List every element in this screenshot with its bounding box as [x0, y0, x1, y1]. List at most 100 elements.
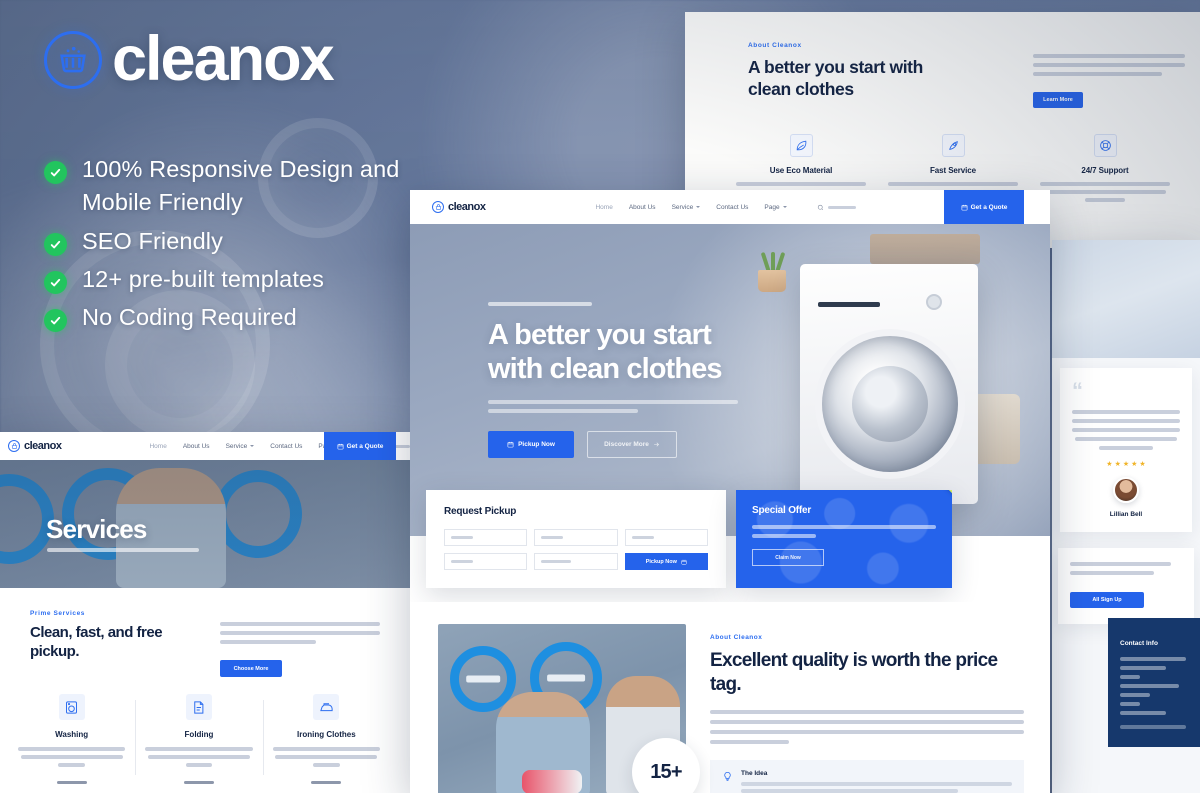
promo-feature-item: 12+ pre-built templates	[44, 263, 404, 296]
text-line	[220, 622, 380, 626]
reviewer-name: Lillian Bell	[1109, 510, 1143, 518]
get-a-quote-button[interactable]: Get a Quote	[324, 432, 396, 460]
services-paragraph: Choose More	[220, 622, 380, 677]
service-link[interactable]	[183, 781, 214, 784]
time-and-day-field[interactable]	[534, 553, 618, 570]
services-logo[interactable]: cleanox	[8, 440, 62, 452]
service-card[interactable]: Ironing Clothes	[262, 694, 390, 789]
text-line	[1072, 427, 1180, 432]
hero-buttons: Pickup Now Discover More	[488, 431, 738, 459]
check-circle-icon	[44, 309, 67, 333]
name-field[interactable]	[444, 529, 528, 546]
text-line	[20, 755, 123, 759]
text-line	[741, 788, 958, 793]
hero-washing-machine	[800, 264, 978, 504]
text-line	[752, 534, 817, 538]
page-title: Services	[46, 514, 147, 544]
discover-more-label: Discover More	[604, 441, 649, 449]
service-desc	[272, 747, 380, 767]
text-line	[1072, 409, 1180, 414]
sidebar-item-service[interactable]: Service	[226, 443, 255, 450]
text-line	[58, 763, 86, 767]
signup-button[interactable]: All Sign Up	[1070, 591, 1144, 608]
text-line	[752, 525, 936, 529]
text-line	[1120, 666, 1167, 670]
page-subtitle	[47, 548, 199, 552]
laundry-basket-icon	[8, 440, 20, 452]
text-line	[710, 709, 1024, 714]
search-placeholder	[827, 205, 856, 209]
service-desc	[18, 747, 126, 767]
text-line	[1072, 418, 1180, 423]
sidebar-item-contact-us[interactable]: Contact Us	[270, 443, 302, 450]
text-line	[148, 755, 250, 759]
main-get-a-quote-button[interactable]: Get a Quote	[944, 190, 1024, 224]
text-line	[220, 640, 316, 644]
testimonial-panel: “ ★ ★ ★ ★ ★ Lillian Bell All Sign Up Con…	[1052, 240, 1200, 793]
calendar-icon	[507, 442, 514, 448]
nav-item-home[interactable]: Home	[595, 204, 612, 211]
service-name: Folding	[184, 730, 214, 739]
text-line	[488, 302, 592, 306]
request-pickup-form: Pickup Now	[444, 529, 708, 570]
calendar-icon	[337, 443, 343, 449]
hero-subtext	[488, 400, 738, 414]
service-card[interactable]: Folding	[135, 694, 262, 789]
service-link[interactable]	[56, 781, 87, 784]
nav-item-contact-us[interactable]: Contact Us	[716, 204, 748, 211]
text-line	[1099, 445, 1153, 450]
field-placeholder	[541, 560, 572, 563]
service-link[interactable]	[311, 781, 342, 784]
request-pickup-card: Request Pickup Pickup Now	[426, 490, 726, 588]
pickup-section: Request Pickup Pickup Now Special Offer	[410, 490, 1050, 588]
email-field[interactable]	[534, 529, 618, 546]
about-section: 15+ About Cleanox Excellent quality is w…	[410, 602, 1050, 793]
service-name: Ironing Clothes	[296, 730, 356, 739]
promo-feature-item: 100% Responsive Design and Mobile Friend…	[44, 153, 404, 220]
link-label	[183, 781, 214, 784]
main-get-a-quote-label: Get a Quote	[970, 203, 1008, 211]
main-logo[interactable]: cleanox	[432, 201, 486, 213]
star-icon: ★	[1131, 460, 1138, 468]
sidebar-item-about-us[interactable]: About Us	[183, 443, 210, 450]
pickup-submit-button[interactable]: Pickup Now	[624, 553, 708, 570]
phone-field[interactable]	[624, 529, 708, 546]
claim-now-button[interactable]: Claim Now	[752, 549, 824, 566]
service-desc	[145, 747, 253, 767]
pickup-now-button[interactable]: Pickup Now	[488, 431, 574, 459]
hero-shelf	[870, 234, 980, 264]
get-a-quote-label: Get a Quote	[346, 442, 384, 450]
link-label	[56, 781, 87, 784]
promo-overlay: cleanox 100% Responsive Design and Mobil…	[44, 28, 404, 335]
star-icon: ★	[1114, 460, 1121, 468]
main-logo-text: cleanox	[448, 201, 486, 213]
service-card[interactable]: Washing	[8, 694, 135, 789]
laundry-basket-icon	[432, 201, 444, 213]
text-line	[220, 631, 380, 635]
choose-more-button[interactable]: Choose More	[220, 660, 282, 677]
field-placeholder	[451, 536, 473, 539]
nav-item-page[interactable]: Page	[764, 204, 787, 211]
services-cards: Washing Folding Ironing Clothes	[0, 694, 410, 789]
services-eyebrow: Prime Services	[30, 610, 86, 617]
promo-feature-list: 100% Responsive Design and Mobile Friend…	[44, 153, 404, 335]
homepage-preview-panel: cleanox Home About Us Service Contact Us…	[410, 190, 1050, 793]
promo-logo: cleanox	[44, 28, 404, 91]
iron-icon	[313, 694, 340, 720]
nav-search-input[interactable]	[817, 204, 856, 211]
calendar-icon	[681, 559, 687, 564]
main-nav-links: Home About Us Service Contact Us Page	[595, 204, 856, 211]
nav-item-about-us[interactable]: About Us	[629, 204, 656, 211]
footer-copyright	[1120, 725, 1186, 729]
nav-item-service[interactable]: Service	[672, 204, 701, 211]
text-line	[1120, 711, 1167, 715]
sidebar-item-home[interactable]: Home	[149, 443, 166, 450]
text-line	[1120, 684, 1180, 688]
promo-feature-text: 100% Responsive Design and Mobile Friend…	[82, 156, 400, 216]
chevron-down-icon	[250, 445, 255, 447]
text-line	[1120, 657, 1186, 661]
date-field[interactable]	[444, 553, 528, 570]
special-offer-title: Special Offer	[752, 505, 812, 516]
text-line	[488, 400, 738, 405]
discover-more-button[interactable]: Discover More	[587, 431, 677, 459]
